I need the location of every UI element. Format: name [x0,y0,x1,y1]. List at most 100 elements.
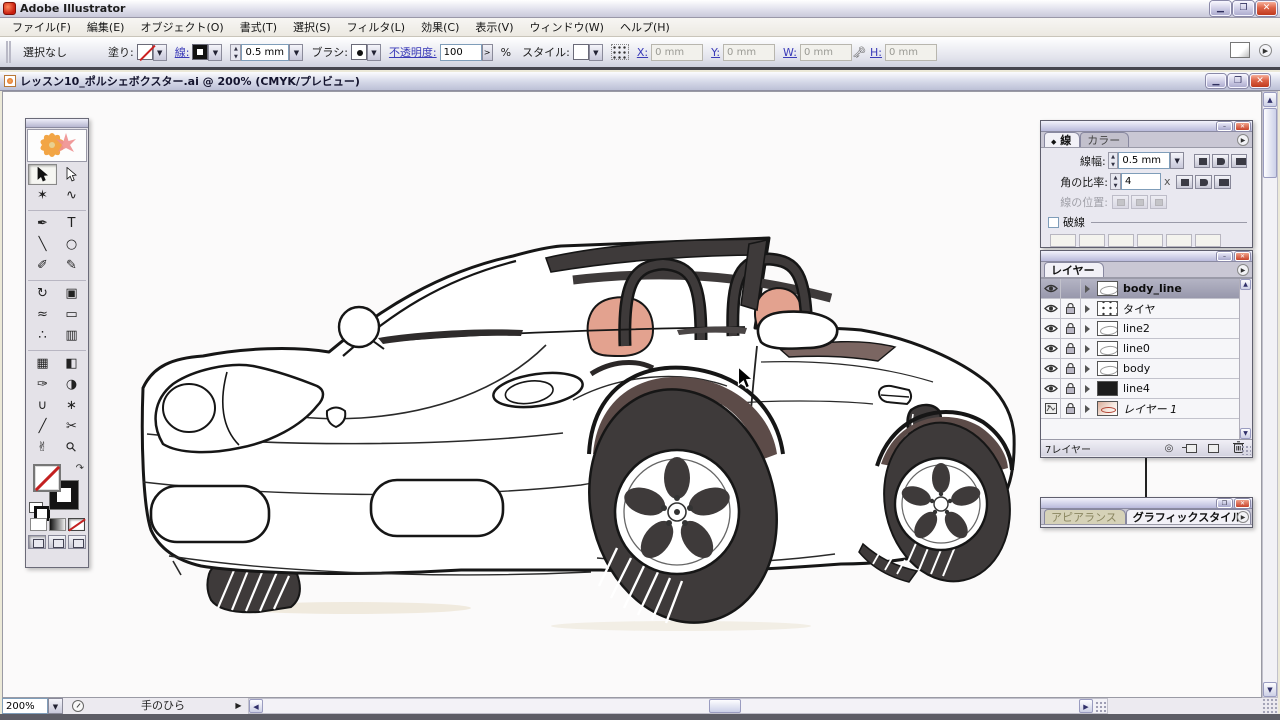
scale-tool[interactable]: ▣ [57,283,86,304]
hand-tool[interactable]: ✌ [28,437,57,458]
scroll-down-button[interactable]: ▼ [1263,682,1277,697]
layer-name[interactable]: line0 [1121,342,1236,355]
stroke-label-link[interactable]: 線: [175,44,190,60]
layer-expand-arrow[interactable] [1081,279,1094,299]
minimize-button[interactable]: ▁ [1210,1,1231,16]
doc-minimize-button[interactable]: ▁ [1206,74,1226,88]
palette-well-icon[interactable] [1230,42,1250,58]
menu-item-5[interactable]: フィルタ(L) [339,18,414,37]
tab-appearance[interactable]: アピアランス [1044,509,1126,524]
palette-flyout-icon[interactable]: ▶ [1237,264,1249,276]
horizontal-scroll-thumb[interactable] [709,699,741,713]
default-fill-stroke-icon[interactable] [29,502,50,521]
layer-lock-toggle[interactable] [1061,278,1081,299]
free-transform-tool[interactable]: ▭ [57,304,86,325]
layer-visibility-toggle[interactable] [1041,358,1061,379]
layer-name[interactable]: line4 [1121,382,1236,395]
scroll-up-button[interactable]: ▲ [1263,92,1277,107]
fullscreen-mode-button[interactable] [68,535,86,549]
layer-name[interactable]: line2 [1121,322,1236,335]
palette-resize-grip[interactable] [1241,445,1251,455]
palette-close-button[interactable]: ✕ [1235,499,1250,508]
slice-tool[interactable]: ╱ [28,416,57,437]
maximize-button[interactable]: ❐ [1233,1,1254,16]
layer-row[interactable]: body_line ○ [1041,278,1252,299]
options-bar-grip[interactable] [6,41,11,63]
dash-field-4[interactable] [1166,234,1192,247]
symbol-sprayer-tool[interactable]: ∴ [28,325,57,346]
stroke-weight-dropdown[interactable]: ▼ [1170,152,1184,169]
tab-graphic-styles[interactable]: グラフィックスタイル [1125,509,1252,524]
dash-field-1[interactable] [1079,234,1105,247]
miter-field[interactable] [1121,173,1161,190]
scroll-left-button[interactable]: ◀ [249,699,263,713]
swap-fill-stroke-icon[interactable]: ↷ [76,463,84,474]
live-paint-bucket-tool[interactable]: ∪ [28,395,57,416]
layer-expand-arrow[interactable] [1081,399,1094,419]
stroke-weight-stepper[interactable]: ▲ ▼ [1107,152,1119,169]
layer-lock-toggle[interactable] [1061,338,1081,359]
layer-row[interactable]: line2 ○ [1041,318,1252,339]
resize-grip[interactable] [1262,698,1278,714]
scissors-tool[interactable]: ✂ [57,416,86,437]
align-inside-button[interactable] [1131,195,1148,209]
horizontal-scrollbar[interactable]: ◀ ▶ [248,698,1108,714]
layer-row[interactable]: レイヤー 1 ○ [1041,398,1252,419]
layer-expand-arrow[interactable] [1081,339,1094,359]
dashed-line-checkbox[interactable] [1048,216,1059,228]
palette-flyout-icon[interactable]: ▶ [1237,134,1249,146]
none-button[interactable] [67,518,85,531]
menu-item-7[interactable]: 表示(V) [467,18,521,37]
make-clipping-mask-button[interactable]: ◎ [1161,443,1177,454]
layer-name[interactable]: レイヤー 1 [1121,401,1236,417]
styles-palette-titlebar[interactable]: ❐ ✕ [1041,498,1252,509]
layers-scrollbar[interactable]: ▲ ▼ [1239,279,1252,439]
menu-item-4[interactable]: 選択(S) [285,18,339,37]
eyedropper-tool[interactable]: ✑ [28,374,57,395]
scroll-right-button[interactable]: ▶ [1079,699,1093,713]
y-field[interactable] [723,43,776,61]
color-button[interactable] [29,518,47,531]
cap-projecting-button[interactable] [1230,153,1248,168]
y-label-link[interactable]: Y: [711,46,720,59]
layer-row[interactable]: body ○ [1041,358,1252,379]
layer-expand-arrow[interactable] [1081,319,1094,339]
cap-round-button[interactable] [1212,153,1229,168]
palette-restore-button[interactable]: ❐ [1217,499,1232,508]
type-tool[interactable]: T [57,213,86,234]
pen-tool[interactable]: ✒ [28,213,57,234]
close-button[interactable]: ✕ [1256,1,1277,16]
layer-expand-arrow[interactable] [1081,379,1094,399]
stroke-width-field[interactable] [241,43,290,61]
layer-expand-arrow[interactable] [1081,359,1094,379]
selection-tool[interactable] [28,164,57,185]
h-label-link[interactable]: H: [870,46,882,59]
layer-lock-toggle[interactable] [1061,318,1081,339]
palette-close-button[interactable]: ✕ [1235,122,1250,131]
layers-palette-titlebar[interactable]: – ✕ [1041,251,1252,262]
layer-lock-toggle[interactable] [1061,378,1081,399]
zoom-dropdown[interactable]: ▼ [48,698,63,714]
doc-restore-button[interactable]: ❐ [1228,74,1248,88]
zoom-tool[interactable]: ⚲ [57,437,86,458]
transform-palette-icon[interactable] [610,44,629,60]
w-label-link[interactable]: W: [783,46,797,59]
live-paint-selection-tool[interactable]: ∗ [57,395,86,416]
fill-color-none-swatch[interactable] [33,464,61,492]
constrain-link-icon[interactable]: 🗝 [852,46,866,59]
menu-item-1[interactable]: 編集(E) [79,18,133,37]
layer-visibility-toggle[interactable] [1041,278,1061,299]
tab-stroke[interactable]: ◆ 線 [1044,132,1081,147]
menu-item-0[interactable]: ファイル(F) [4,18,79,37]
layer-row[interactable]: line4 ○ [1041,378,1252,399]
layer-visibility-toggle[interactable] [1041,378,1061,399]
layer-row[interactable]: line0 ○ [1041,338,1252,359]
layer-row[interactable]: タイヤ ○ [1041,298,1252,319]
direct-selection-tool[interactable] [57,164,86,185]
line-segment-tool[interactable]: ╲ [28,234,57,255]
graph-tool[interactable]: ▥ [57,325,86,346]
brush-dropdown[interactable]: ▼ [366,43,381,61]
blend-tool[interactable]: ◑ [57,374,86,395]
opacity-label-link[interactable]: 不透明度: [389,44,437,60]
palette-flyout-icon[interactable]: ▶ [1237,511,1249,523]
